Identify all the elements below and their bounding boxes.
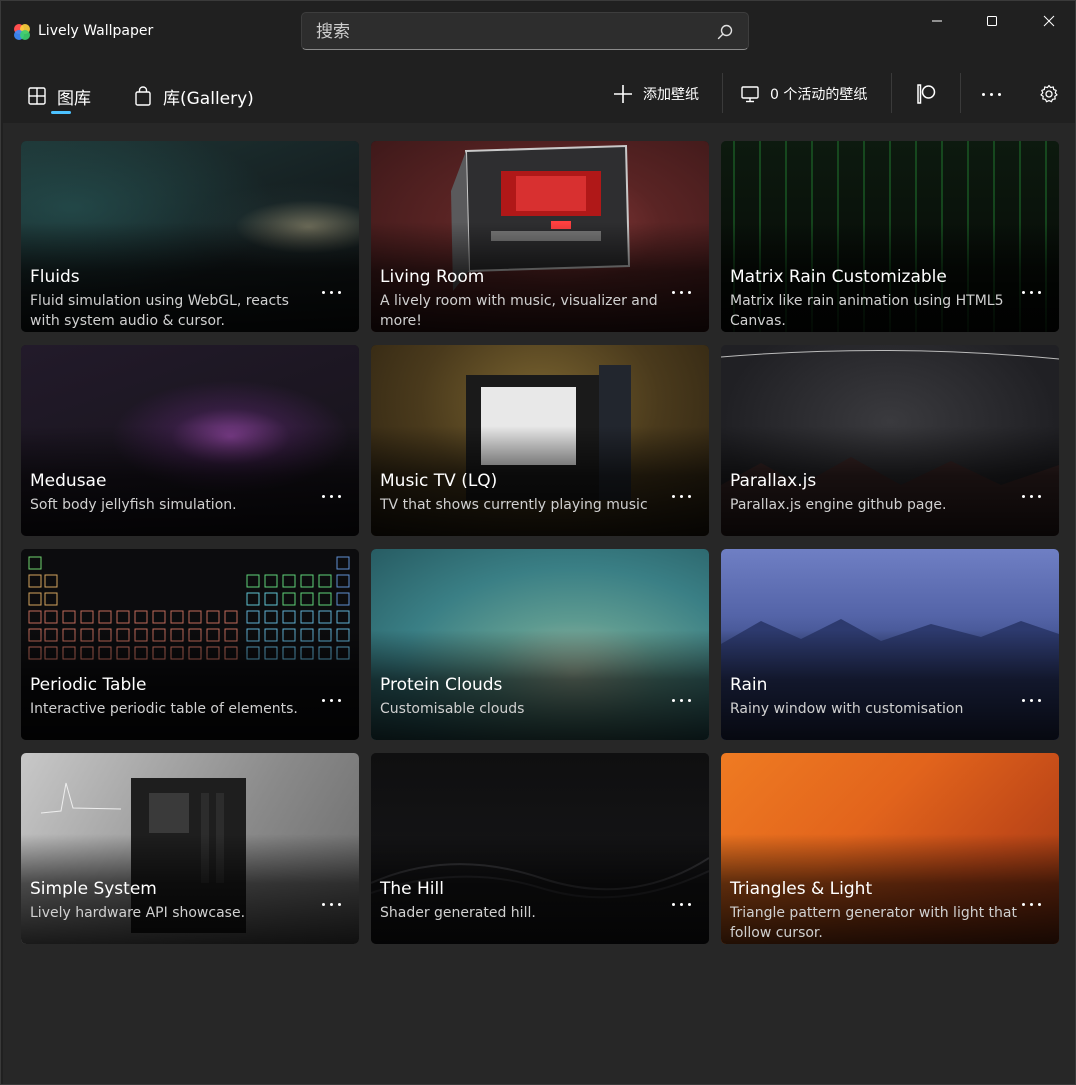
search-input[interactable]: [314, 19, 708, 45]
more-icon: [1021, 698, 1025, 702]
more-options-button[interactable]: [976, 79, 1006, 109]
wallpaper-description: Matrix like rain animation using HTML5 C…: [730, 293, 1004, 329]
more-icon: [1021, 494, 1025, 498]
minimize-icon: [932, 20, 942, 22]
wallpaper-card-periodic-table[interactable]: Periodic Table Interactive periodic tabl…: [21, 549, 359, 740]
wallpaper-card-living-room[interactable]: Living Room A lively room with music, vi…: [371, 141, 709, 332]
wallpaper-title: The Hill: [380, 879, 444, 899]
wallpaper-description: Shader generated hill.: [380, 905, 536, 921]
search-box[interactable]: [301, 12, 749, 50]
title-bar: Lively Wallpaper: [1, 1, 1075, 63]
wallpaper-title: Matrix Rain Customizable: [730, 267, 947, 287]
wallpaper-card-music-tv[interactable]: Music TV (LQ) TV that shows currently pl…: [371, 345, 709, 536]
gear-icon: [1040, 84, 1058, 103]
wallpaper-description: Lively hardware API showcase.: [30, 905, 246, 921]
maximize-icon: [987, 16, 997, 26]
wallpaper-title: Parallax.js: [730, 471, 817, 491]
wallpaper-card-parallax[interactable]: Parallax.js Parallax.js engine github pa…: [721, 345, 1059, 536]
bag-icon: [135, 86, 151, 106]
card-more-button[interactable]: [1017, 690, 1045, 710]
wallpaper-card-matrix-rain[interactable]: Matrix Rain Customizable Matrix like rai…: [721, 141, 1059, 332]
tab-gallery-label: 库(Gallery): [163, 88, 254, 109]
more-icon: [321, 494, 325, 498]
wallpaper-title: Protein Clouds: [380, 675, 503, 695]
wallpaper-title: Rain: [730, 675, 768, 695]
add-wallpaper-button[interactable]: 添加壁纸: [613, 79, 699, 109]
search-icon[interactable]: [716, 23, 734, 41]
add-wallpaper-label: 添加壁纸: [643, 87, 699, 103]
wallpaper-card-triangles-light[interactable]: Triangles & Light Triangle pattern gener…: [721, 753, 1059, 944]
wallpaper-title: Medusae: [30, 471, 107, 491]
card-more-button[interactable]: [667, 282, 695, 302]
tab-library-label: 图库: [57, 88, 91, 109]
grid-icon: [28, 87, 46, 105]
wallpaper-description: Triangle pattern generator with light th…: [730, 905, 1017, 941]
selected-tab-indicator: [51, 111, 71, 114]
more-icon: [1021, 290, 1025, 294]
close-button[interactable]: [1021, 1, 1076, 41]
wallpaper-title: Living Room: [380, 267, 485, 287]
nav-bar: 图库 库(Gallery) 添加壁纸 0 个活动的壁纸: [1, 63, 1075, 123]
wallpaper-description: Customisable clouds: [380, 701, 525, 717]
active-wallpapers-label: 0 个活动的壁纸: [770, 87, 868, 103]
wallpaper-title: Music TV (LQ): [380, 471, 498, 491]
more-icon: [671, 902, 675, 906]
card-more-button[interactable]: [317, 282, 345, 302]
tab-gallery[interactable]: 库(Gallery): [133, 81, 254, 111]
minimize-button[interactable]: [909, 1, 965, 41]
close-icon: [1043, 15, 1055, 27]
active-wallpapers-button[interactable]: 0 个活动的壁纸: [740, 79, 867, 109]
card-more-button[interactable]: [667, 894, 695, 914]
toolbar-separator: [960, 73, 961, 113]
tab-library[interactable]: 图库: [27, 81, 91, 111]
more-icon: [1021, 902, 1025, 906]
wallpaper-description: Soft body jellyfish simulation.: [30, 497, 237, 513]
card-more-button[interactable]: [1017, 282, 1045, 302]
card-more-button[interactable]: [667, 690, 695, 710]
card-more-button[interactable]: [317, 894, 345, 914]
card-more-button[interactable]: [667, 486, 695, 506]
wallpaper-description: Interactive periodic table of elements.: [30, 701, 298, 717]
plus-icon: [614, 85, 632, 103]
wallpaper-description: Parallax.js engine github page.: [730, 497, 947, 513]
more-icon: [671, 698, 675, 702]
more-icon: [981, 92, 985, 96]
wallpaper-description: Fluid simulation using WebGL, reacts wit…: [30, 293, 289, 329]
card-more-button[interactable]: [1017, 894, 1045, 914]
wallpaper-title: Simple System: [30, 879, 157, 899]
wallpaper-card-protein-clouds[interactable]: Protein Clouds Customisable clouds: [371, 549, 709, 740]
more-icon: [671, 290, 675, 294]
wallpaper-card-medusae[interactable]: Medusae Soft body jellyfish simulation.: [21, 345, 359, 536]
wallpaper-title: Periodic Table: [30, 675, 147, 695]
more-icon: [321, 290, 325, 294]
wallpaper-grid: Fluids Fluid simulation using WebGL, rea…: [21, 141, 1061, 944]
wallpaper-description: Rainy window with customisation: [730, 701, 964, 717]
settings-button[interactable]: [1034, 79, 1064, 109]
more-icon: [671, 494, 675, 498]
wallpaper-card-the-hill[interactable]: The Hill Shader generated hill.: [371, 753, 709, 944]
more-icon: [321, 698, 325, 702]
wallpaper-description: TV that shows currently playing music: [380, 497, 648, 513]
toolbar-separator: [722, 73, 723, 113]
app-window: Lively Wallpaper 图库: [0, 0, 1076, 1085]
patreon-button[interactable]: [911, 79, 941, 109]
monitor-icon: [741, 86, 759, 103]
wallpaper-title: Fluids: [30, 267, 80, 287]
wallpaper-card-fluids[interactable]: Fluids Fluid simulation using WebGL, rea…: [21, 141, 359, 332]
wallpaper-card-rain[interactable]: Rain Rainy window with customisation: [721, 549, 1059, 740]
wallpaper-card-simple-system[interactable]: Simple System Lively hardware API showca…: [21, 753, 359, 944]
app-title: Lively Wallpaper: [38, 23, 154, 39]
wallpaper-gallery: Fluids Fluid simulation using WebGL, rea…: [3, 123, 1075, 1084]
lively-logo-icon: [14, 24, 30, 40]
wallpaper-title: Triangles & Light: [730, 879, 873, 899]
wallpaper-description: A lively room with music, visualizer and…: [380, 293, 658, 329]
card-more-button[interactable]: [317, 690, 345, 710]
patreon-icon: [917, 84, 936, 104]
card-more-button[interactable]: [1017, 486, 1045, 506]
more-icon: [321, 902, 325, 906]
toolbar-separator: [891, 73, 892, 113]
maximize-button[interactable]: [964, 1, 1020, 41]
card-more-button[interactable]: [317, 486, 345, 506]
